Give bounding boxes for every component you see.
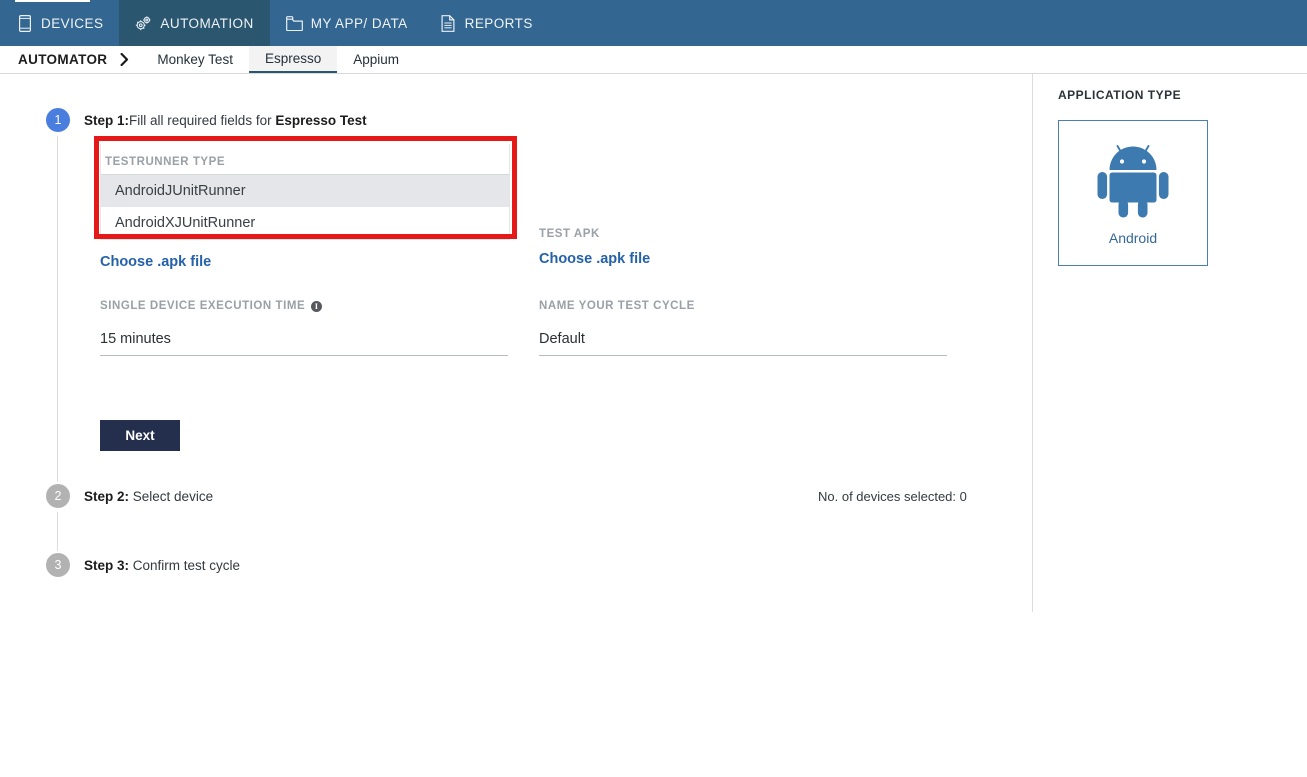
breadcrumb[interactable]: AUTOMATOR bbox=[0, 46, 107, 73]
step-3-badge: 3 bbox=[46, 553, 70, 577]
execution-time-label: SINGLE DEVICE EXECUTION TIME i bbox=[100, 300, 508, 312]
mobile-phone-icon bbox=[16, 14, 33, 32]
step-2-text: Select device bbox=[132, 489, 214, 504]
info-icon[interactable]: i bbox=[311, 300, 323, 312]
nav-item-my-app-data-label: MY APP/ DATA bbox=[310, 15, 408, 31]
testrunner-option-androidjunitrunner[interactable]: AndroidJUnitRunner bbox=[101, 175, 509, 207]
execution-time-input[interactable]: 15 minutes bbox=[100, 331, 508, 356]
nav-item-reports[interactable]: REPORTS bbox=[424, 0, 549, 46]
test-apk-choose-file-link[interactable]: Choose .apk file bbox=[539, 251, 650, 267]
step-1-emphasis: Espresso Test bbox=[275, 113, 367, 128]
nav-item-devices[interactable]: DEVICES bbox=[0, 0, 119, 46]
step-2-prefix: Step 2: bbox=[84, 489, 130, 504]
tab-appium[interactable]: Appium bbox=[337, 46, 415, 73]
next-button[interactable]: Next bbox=[100, 420, 180, 451]
nav-item-automation[interactable]: AUTOMATION bbox=[119, 0, 270, 46]
tab-monkey-test[interactable]: Monkey Test bbox=[141, 46, 249, 73]
step-2-title: Step 2: Select device bbox=[84, 489, 213, 504]
application-type-card-android[interactable]: Android bbox=[1058, 120, 1208, 266]
android-robot-icon bbox=[1095, 140, 1171, 218]
step-1-badge: 1 bbox=[46, 108, 70, 132]
step-3-title: Step 3: Confirm test cycle bbox=[84, 558, 240, 573]
nav-item-my-app-data[interactable]: MY APP/ DATA bbox=[270, 0, 424, 46]
nav-item-reports-label: REPORTS bbox=[464, 15, 533, 31]
step-2-badge: 2 bbox=[46, 484, 70, 508]
content-sidebar-divider bbox=[1032, 74, 1033, 612]
test-cycle-name-field: NAME YOUR TEST CYCLE Default bbox=[539, 300, 947, 356]
nav-item-automation-label: AUTOMATION bbox=[160, 15, 254, 31]
nav-item-devices-label: DEVICES bbox=[41, 15, 104, 31]
step-1-text: Fill all required fields for bbox=[129, 113, 276, 128]
step-1-prefix: Step 1: bbox=[84, 113, 130, 128]
testrunner-type-dropdown[interactable]: TESTRUNNER TYPE AndroidJUnitRunner Andro… bbox=[100, 144, 510, 240]
gears-icon bbox=[135, 14, 152, 32]
test-apk-label: TEST APK bbox=[539, 228, 600, 240]
application-type-panel: APPLICATION TYPE Android bbox=[1058, 88, 1288, 266]
test-cycle-name-label: NAME YOUR TEST CYCLE bbox=[539, 300, 695, 312]
document-icon bbox=[440, 14, 457, 32]
subnav-bar: AUTOMATOR Monkey Test Espresso Appium bbox=[0, 46, 1307, 74]
app-apk-field: Choose .apk file bbox=[100, 254, 211, 270]
test-apk-field: TEST APK Choose .apk file bbox=[539, 228, 650, 267]
testrunner-option-androidxjunitrunner[interactable]: AndroidXJUnitRunner bbox=[101, 207, 509, 239]
page-body: 1 Step 1:Fill all required fields for Es… bbox=[0, 74, 1307, 777]
primary-navbar: DEVICES AUTOMATION MY APP/ DATA REPORTS bbox=[0, 0, 1307, 46]
tab-espresso[interactable]: Espresso bbox=[248, 46, 338, 73]
application-type-card-label: Android bbox=[1108, 230, 1158, 246]
execution-time-label-text: SINGLE DEVICE EXECUTION TIME bbox=[100, 300, 306, 312]
step-connector-2 bbox=[57, 512, 58, 551]
step-1-title: Step 1:Fill all required fields for Espr… bbox=[84, 113, 367, 128]
devices-selected-count: No. of devices selected: 0 bbox=[818, 489, 967, 504]
application-type-heading: APPLICATION TYPE bbox=[1058, 88, 1182, 102]
chevron-right-icon bbox=[107, 46, 141, 73]
testrunner-type-label: TESTRUNNER TYPE bbox=[105, 156, 226, 168]
app-apk-choose-file-link[interactable]: Choose .apk file bbox=[100, 254, 211, 270]
execution-time-field: SINGLE DEVICE EXECUTION TIME i 15 minute… bbox=[100, 300, 508, 356]
step-connector-1 bbox=[57, 136, 58, 482]
step-3-prefix: Step 3: bbox=[84, 558, 130, 573]
folder-icon bbox=[285, 14, 303, 32]
top-window-sliver bbox=[15, 0, 90, 2]
test-cycle-name-input[interactable]: Default bbox=[539, 331, 947, 356]
step-3-text: Confirm test cycle bbox=[132, 558, 241, 573]
